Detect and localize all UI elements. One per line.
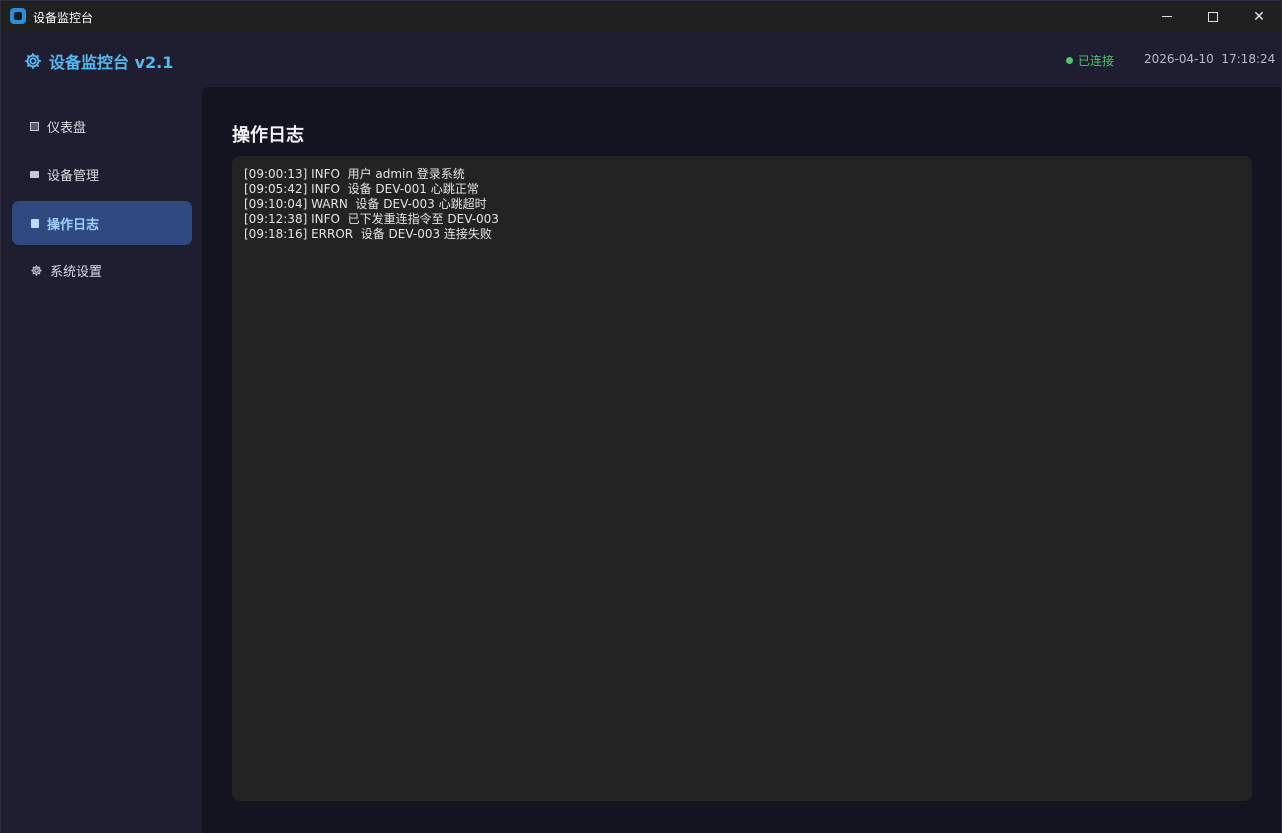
dashboard-icon — [30, 121, 39, 131]
log-entry: [09:05:42] INFO 设备 DEV-001 心跳正常 — [244, 182, 479, 196]
sidebar-item-label: 系统设置 — [50, 264, 103, 280]
device-icon — [30, 170, 39, 179]
title-bar[interactable]: 设备监控台 ✕ — [1, 1, 1281, 32]
app-header: 设备监控台 v2.1 已连接 2026-04-10 17:18:24 — [1, 32, 1281, 87]
status-text: 已连接 — [1078, 54, 1115, 68]
log-entry: [09:18:16] ERROR 设备 DEV-003 连接失败 — [244, 227, 492, 241]
log-panel[interactable]: [09:00:13] INFO 用户 admin 登录系统 [09:05:42]… — [232, 156, 1252, 801]
datetime-display: 2026-04-10 17:18:24 — [1144, 52, 1276, 66]
app-title: 设备监控台 v2.1 — [49, 53, 174, 72]
main-content: 操作日志 [09:00:13] INFO 用户 admin 登录系统 [09:0… — [202, 87, 1281, 833]
sidebar-item-dashboard[interactable]: 仪表盘 — [12, 104, 192, 148]
sidebar-item-settings[interactable]: 系统设置 — [12, 248, 192, 292]
gear-icon — [31, 264, 42, 276]
minimize-icon — [1162, 16, 1172, 17]
minimize-button[interactable] — [1144, 1, 1190, 32]
sidebar-item-label: 仪表盘 — [47, 120, 87, 136]
status-dot-icon — [1066, 57, 1073, 64]
log-entry: [09:10:04] WARN 设备 DEV-003 心跳超时 — [244, 197, 487, 211]
connection-status: 已连接 — [1066, 52, 1114, 69]
maximize-icon — [1208, 11, 1218, 22]
window-title: 设备监控台 — [33, 11, 94, 25]
maximize-button[interactable] — [1190, 1, 1236, 32]
log-entry: [09:00:13] INFO 用户 admin 登录系统 — [244, 167, 465, 181]
gear-icon — [25, 53, 41, 69]
log-icon — [30, 218, 39, 228]
sidebar-item-logs[interactable]: 操作日志 — [12, 201, 192, 245]
brand: 设备监控台 v2.1 — [23, 49, 173, 73]
app-icon — [10, 8, 26, 24]
page-title: 操作日志 — [232, 125, 304, 146]
app-window: 设备监控台 ✕ 设备监控台 v2.1 已连接 2026-04-10 17:18:… — [0, 0, 1282, 833]
close-icon: ✕ — [1253, 8, 1265, 25]
sidebar-item-devices[interactable]: 设备管理 — [12, 152, 192, 196]
sidebar-item-label: 设备管理 — [47, 168, 100, 184]
close-button[interactable]: ✕ — [1236, 1, 1282, 32]
log-entry: [09:12:38] INFO 已下发重连指令至 DEV-003 — [244, 212, 499, 226]
sidebar-item-label: 操作日志 — [47, 217, 100, 233]
sidebar: 仪表盘 设备管理 操作日志 系统设置 — [1, 87, 202, 833]
